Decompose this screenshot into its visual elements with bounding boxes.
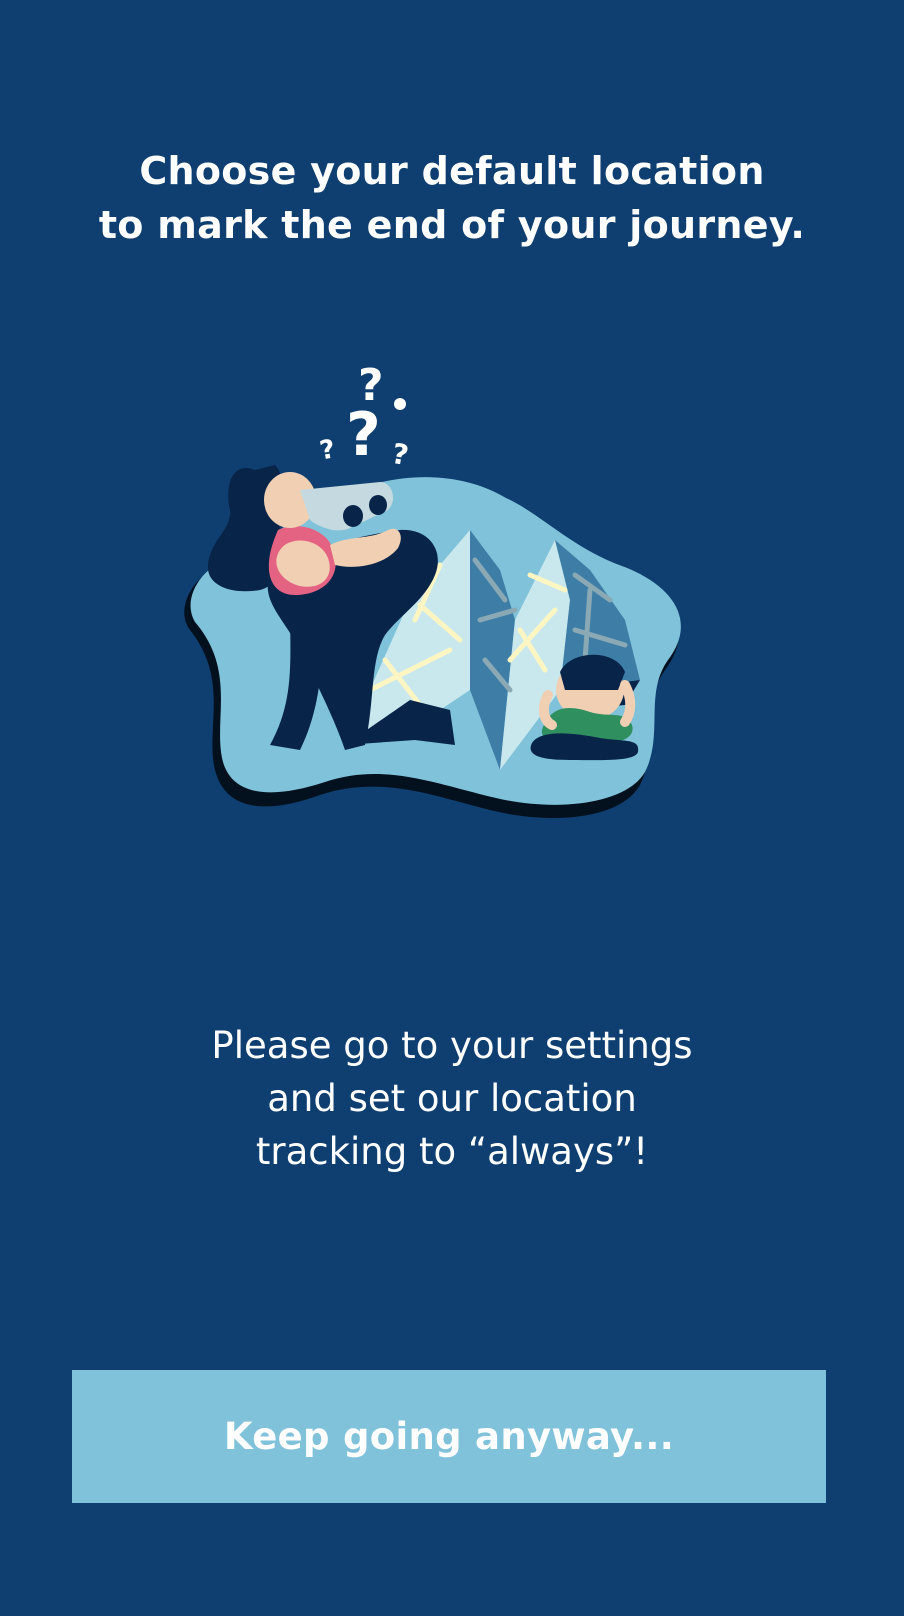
message-line-1: Please go to your settings bbox=[211, 1024, 693, 1067]
message-line-3: tracking to “always”! bbox=[255, 1130, 649, 1173]
location-permission-screen: Choose your default location to mark the… bbox=[0, 0, 904, 1616]
svg-text:?: ? bbox=[346, 400, 381, 470]
svg-text:?: ? bbox=[318, 434, 338, 466]
keep-going-anyway-button[interactable]: Keep going anyway... bbox=[72, 1370, 826, 1503]
question-marks-icon: ? ? ? ? bbox=[318, 360, 412, 472]
message-line-2: and set our location bbox=[267, 1077, 637, 1120]
title-line-1: Choose your default location bbox=[139, 149, 765, 193]
title-line-2: to mark the end of your journey. bbox=[98, 203, 806, 247]
lost-traveler-with-map-illustration: ? ? ? ? bbox=[170, 360, 730, 860]
svg-text:?: ? bbox=[389, 437, 411, 472]
page-title: Choose your default location to mark the… bbox=[0, 144, 904, 252]
location-settings-message: Please go to your settings and set our l… bbox=[0, 1019, 904, 1178]
